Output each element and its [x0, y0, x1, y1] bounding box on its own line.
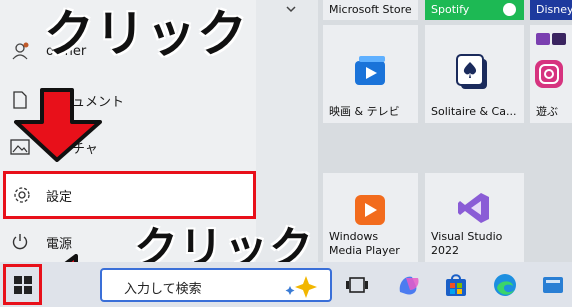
- tile-label: Media Player: [329, 244, 400, 257]
- tile-movies-tv[interactable]: 映画 & テレビ: [323, 25, 418, 123]
- media-player-icon: [355, 195, 385, 225]
- arrow-down-icon: [14, 88, 102, 162]
- windows-logo-icon: [13, 275, 32, 294]
- app-icon: [536, 33, 550, 45]
- tile-label: 映画 & テレビ: [329, 105, 400, 118]
- search-input[interactable]: 入力して検索: [124, 278, 202, 297]
- tile-play-folder[interactable]: 遊ぶ: [530, 25, 572, 123]
- tile-label: 遊ぶ: [536, 105, 558, 118]
- tile-visual-studio[interactable]: Visual Studio 2022: [425, 173, 524, 262]
- tile-microsoft-store[interactable]: Microsoft Store: [323, 0, 418, 20]
- tile-label: Solitaire & Ca...: [431, 105, 517, 118]
- tile-label: Microsoft Store: [329, 3, 412, 16]
- app-icon: [552, 33, 566, 45]
- spotify-logo-icon: [503, 3, 516, 16]
- tile-windows-media-player[interactable]: Windows Media Player: [323, 173, 418, 262]
- tile-disney[interactable]: Disney: [530, 0, 572, 20]
- tile-label: Disney: [536, 3, 572, 16]
- start-button[interactable]: [3, 264, 42, 305]
- tile-label: Spotify: [431, 3, 470, 16]
- copilot-icon[interactable]: [396, 272, 422, 298]
- instagram-icon: [535, 60, 563, 88]
- tile-label: 2022: [431, 244, 459, 257]
- avatar: [10, 41, 30, 61]
- movies-tv-icon: [355, 56, 385, 85]
- click-annotation-top: クリック: [44, 5, 248, 63]
- menu-item-label: 電源: [46, 236, 73, 252]
- solitaire-icon: [456, 54, 487, 89]
- tile-solitaire[interactable]: Solitaire & Ca...: [425, 25, 524, 123]
- taskbar-app-icon[interactable]: [540, 272, 566, 298]
- tile-label: Visual Studio: [431, 230, 503, 243]
- tile-spotify[interactable]: Spotify: [425, 0, 524, 20]
- store-icon[interactable]: [443, 272, 469, 298]
- visual-studio-icon: [458, 193, 489, 223]
- taskbar-search-box[interactable]: 入力して検索: [100, 268, 332, 302]
- edge-icon[interactable]: [492, 272, 518, 298]
- sparkle-icon: [285, 276, 317, 298]
- power-icon: [10, 232, 30, 252]
- chevron-down-icon[interactable]: [284, 2, 298, 16]
- tile-label: Windows: [329, 230, 379, 243]
- task-view-icon[interactable]: [344, 272, 370, 298]
